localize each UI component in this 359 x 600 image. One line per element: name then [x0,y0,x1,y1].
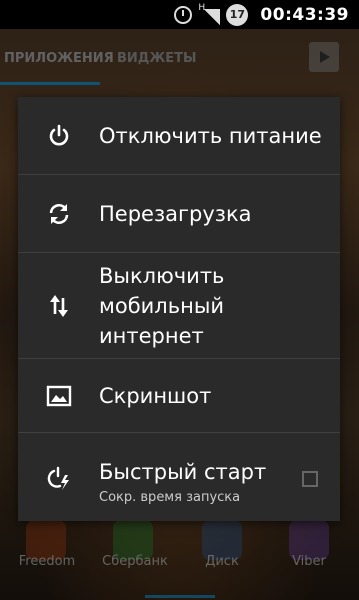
fast-boot-icon [47,466,69,490]
screenshot-icon [46,385,72,407]
reboot-item[interactable]: Перезагрузка [18,175,340,253]
mobile-data-label-line3: интернет [99,324,204,348]
fast-boot-item[interactable]: Быстрый старт Сокр. время запуска [18,433,340,521]
power-icon [49,124,69,146]
fast-boot-subtitle: Сокр. время запуска [99,490,241,505]
power-menu: Отключить питание Перезагрузка Выключить… [18,97,340,521]
clock: 00:43:39 [260,4,349,25]
reboot-icon [49,204,69,224]
battery-icon: 17 [226,3,249,26]
mobile-data-label-line1: Выключить [99,264,225,288]
signal-icon: H [198,3,221,25]
screenshot-item[interactable]: Скриншот [18,359,340,433]
alarm-icon [174,5,193,24]
status-bar: H 17 00:43:39 [0,0,359,29]
power-off-item[interactable]: Отключить питание [18,97,340,175]
fast-boot-label: Быстрый старт [99,460,267,484]
fast-boot-checkbox[interactable] [302,471,318,487]
mobile-data-item[interactable]: Выключить мобильный интернет [18,253,340,359]
mobile-data-label-line2: мобильный [99,294,225,318]
screenshot-label: Скриншот [99,384,212,408]
reboot-label: Перезагрузка [99,202,252,226]
power-off-label: Отключить питание [99,124,322,148]
mobile-data-icon [50,295,68,317]
